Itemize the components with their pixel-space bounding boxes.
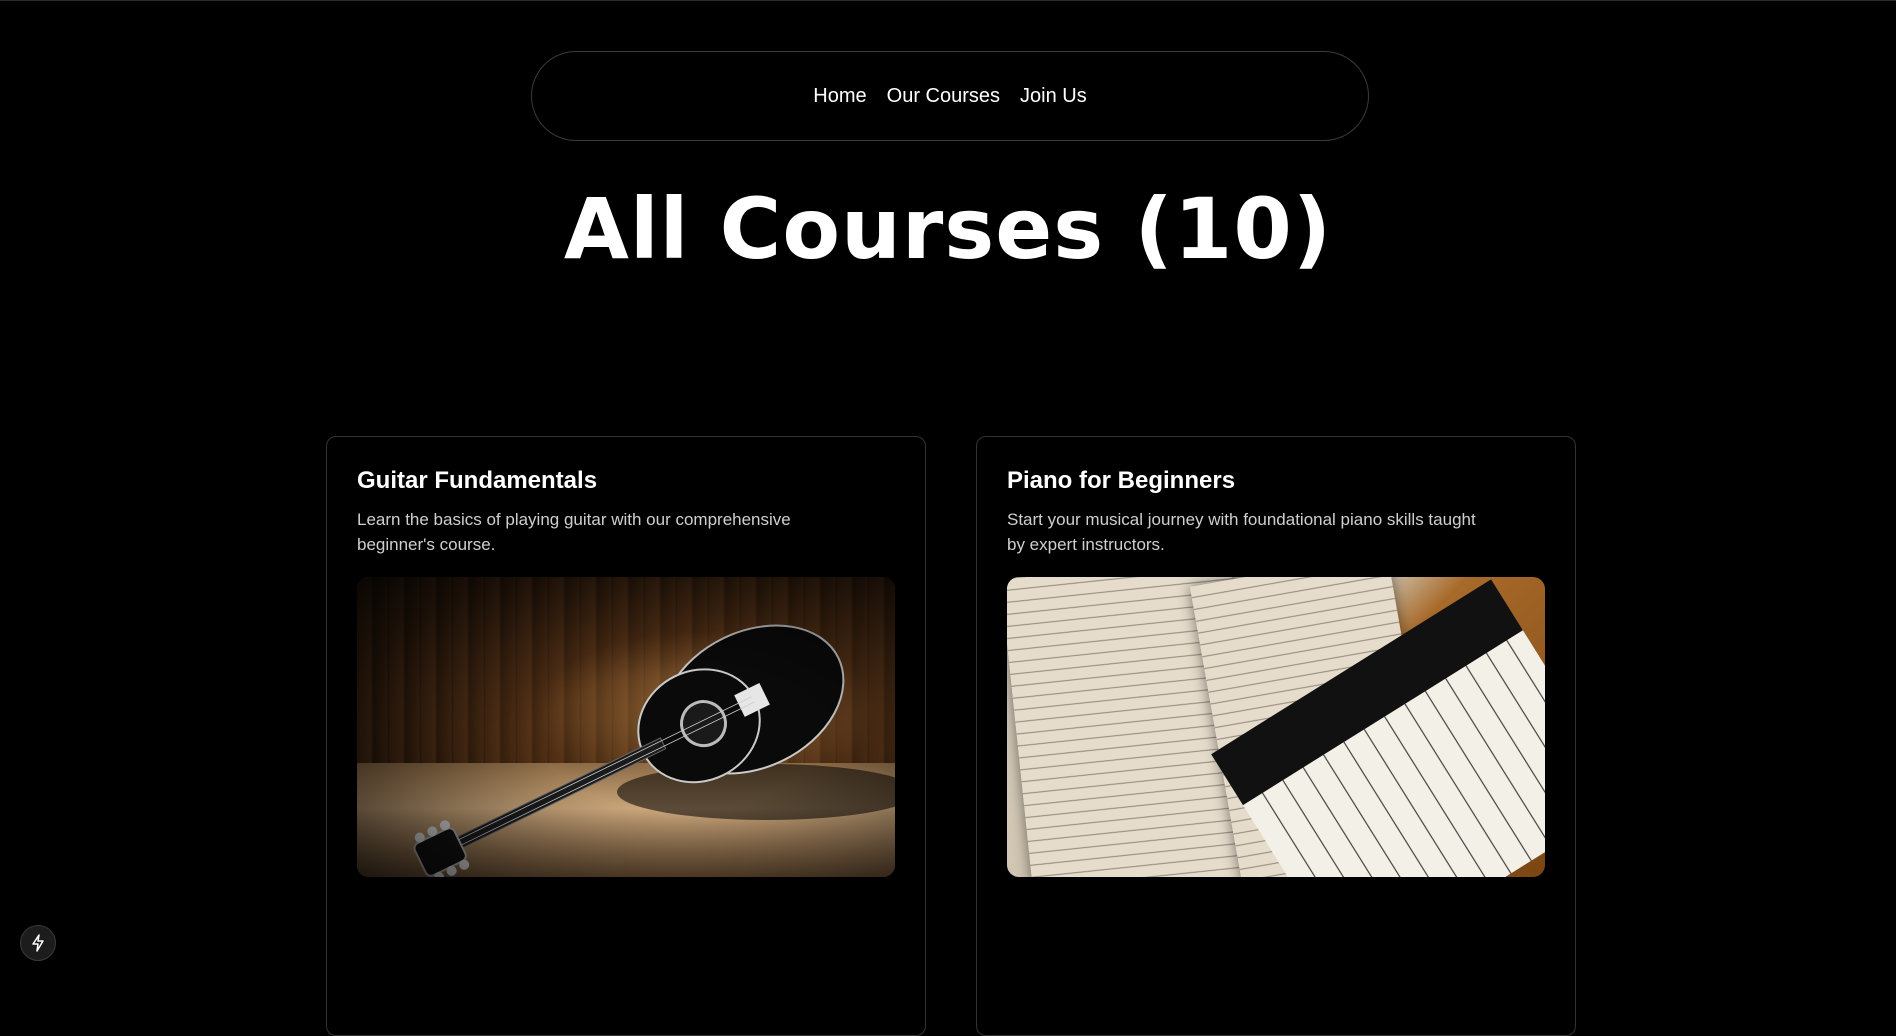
lightning-bolt-button[interactable] [20,925,56,961]
lightning-bolt-icon [32,934,44,952]
course-card-piano[interactable]: Piano for Beginners Start your musical j… [976,436,1576,1036]
image-vignette [357,577,895,877]
top-divider [0,0,1896,1]
nav-link-our-courses[interactable]: Our Courses [887,85,1000,108]
course-description: Start your musical journey with foundati… [1007,510,1476,554]
course-title: Guitar Fundamentals [357,467,598,494]
piano-image [1007,577,1545,877]
guitar-image [357,577,895,877]
main-navbar: Home Our Courses Join Us [531,51,1369,141]
nav-link-join-us[interactable]: Join Us [1020,85,1087,108]
course-description: Learn the basics of playing guitar with … [357,510,791,554]
course-card-guitar[interactable]: Guitar Fundamentals Learn the basics of … [326,436,926,1036]
nav-link-home[interactable]: Home [813,85,866,108]
course-title: Piano for Beginners [1007,467,1236,494]
page-title: All Courses (10) [563,180,1333,278]
